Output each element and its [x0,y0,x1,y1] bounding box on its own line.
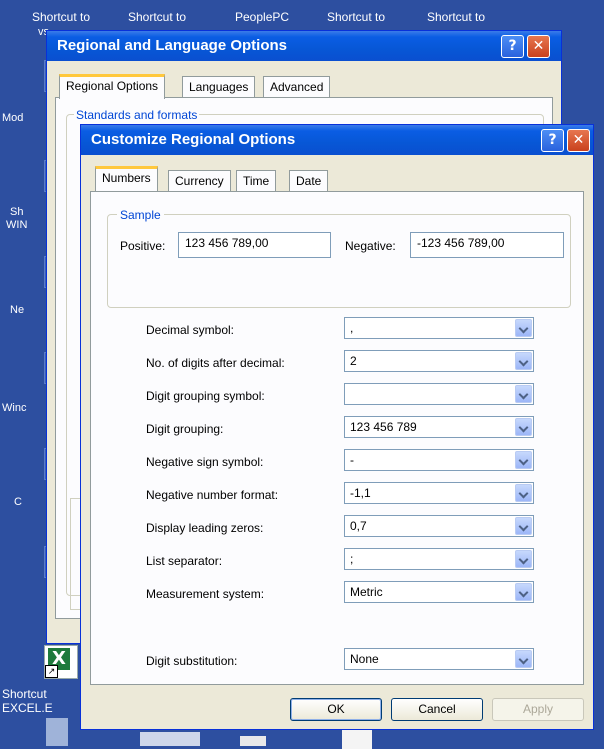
desktop-top-icon-labels: Shortcut to Shortcut to PeoplePC Shortcu… [0,0,604,26]
desktop-icon[interactable] [140,732,200,746]
digit-grouping-symbol-label: Digit grouping symbol: [146,389,265,403]
close-icon[interactable]: ✕ [567,129,590,152]
digits-after-decimal-combo[interactable]: 2 [344,350,534,372]
window-title: Regional and Language Options [57,37,288,54]
desktop-peoplepc-label[interactable]: PeoplePC [235,10,289,24]
chevron-down-icon[interactable] [515,650,532,668]
digit-grouping-combo[interactable]: 123 456 789 [344,416,534,438]
chevron-down-icon[interactable] [515,583,532,601]
tab-regional-options[interactable]: Regional Options [59,74,166,99]
chevron-down-icon[interactable] [515,517,532,535]
tab-date[interactable]: Date [289,170,329,191]
desktop-icon[interactable] [240,736,266,746]
chevron-down-icon[interactable] [515,451,532,469]
apply-button[interactable]: Apply [492,698,584,721]
customize-regional-options-dialog: Customize Regional Options ? ✕ Numbers C… [80,124,594,730]
chevron-down-icon[interactable] [515,418,532,436]
decimal-symbol-combo[interactable]: , [344,317,534,339]
shortcut-arrow-icon: ↗ [45,665,58,678]
measurement-system-label: Measurement system: [146,587,265,601]
digits-after-decimal-label: No. of digits after decimal: [146,356,285,370]
digit-grouping-label: Digit grouping: [146,422,224,436]
chevron-down-icon[interactable] [515,550,532,568]
dialog-title: Customize Regional Options [91,131,296,148]
excel-shortcut-icon[interactable]: X ↗ [44,645,78,679]
help-icon[interactable]: ? [501,35,524,58]
desktop-label-fragment[interactable]: Winc [2,402,26,415]
desktop-icon[interactable] [46,718,68,746]
desktop-shortcut-label[interactable]: Shortcut to [32,10,90,24]
desktop-label-fragment[interactable]: Mod [2,112,23,125]
chevron-down-icon[interactable] [515,319,532,337]
desktop-label-fragment[interactable]: C [14,496,22,509]
measurement-system-combo[interactable]: Metric [344,581,534,603]
desktop-shortcut-label[interactable]: Shortcut to [128,10,186,24]
digit-grouping-symbol-combo[interactable] [344,383,534,405]
numbers-tab-panel: Sample Positive: 123 456 789,00 Negative… [90,191,584,685]
list-separator-combo[interactable]: ; [344,548,534,570]
display-leading-zeros-combo[interactable]: 0,7 [344,515,534,537]
tab-languages[interactable]: Languages [182,76,256,97]
negative-sample-field: -123 456 789,00 [410,232,564,258]
window-title-bar[interactable]: Regional and Language Options [47,31,561,61]
sample-group-label: Sample [117,208,164,222]
excel-shortcut-label[interactable]: Shortcut [2,688,47,701]
desktop-label-fragment[interactable]: WIN [6,219,27,232]
desktop-label-fragment[interactable]: Ne [10,304,24,317]
close-icon[interactable]: ✕ [527,35,550,58]
sample-group [107,214,571,308]
display-leading-zeros-label: Display leading zeros: [146,521,264,535]
dialog-title-bar[interactable]: Customize Regional Options [81,125,593,155]
ok-button[interactable]: OK [290,698,382,721]
standards-formats-label: Standards and formats [74,108,200,122]
chevron-down-icon[interactable] [515,352,532,370]
tab-advanced[interactable]: Advanced [263,76,331,97]
digit-substitution-label: Digit substitution: [146,654,238,668]
desktop-shortcut-label[interactable]: Shortcut to [427,10,485,24]
positive-label: Positive: [120,239,166,253]
tab-numbers[interactable]: Numbers [95,166,158,191]
decimal-symbol-label: Decimal symbol: [146,323,235,337]
positive-sample-field: 123 456 789,00 [178,232,331,258]
desktop-label-fragment[interactable]: Sh [10,206,23,219]
negative-sign-symbol-label: Negative sign symbol: [146,455,264,469]
negative-sign-symbol-combo[interactable]: - [344,449,534,471]
help-icon[interactable]: ? [541,129,564,152]
chevron-down-icon[interactable] [515,385,532,403]
negative-label: Negative: [345,239,396,253]
chevron-down-icon[interactable] [515,484,532,502]
tab-time[interactable]: Time [236,170,277,191]
negative-number-format-label: Negative number format: [146,488,279,502]
negative-number-format-combo[interactable]: -1,1 [344,482,534,504]
desktop-shortcut-label[interactable]: Shortcut to [327,10,385,24]
list-separator-label: List separator: [146,554,223,568]
tab-currency[interactable]: Currency [168,170,231,191]
cancel-button[interactable]: Cancel [391,698,483,721]
digit-substitution-combo[interactable]: None [344,648,534,670]
